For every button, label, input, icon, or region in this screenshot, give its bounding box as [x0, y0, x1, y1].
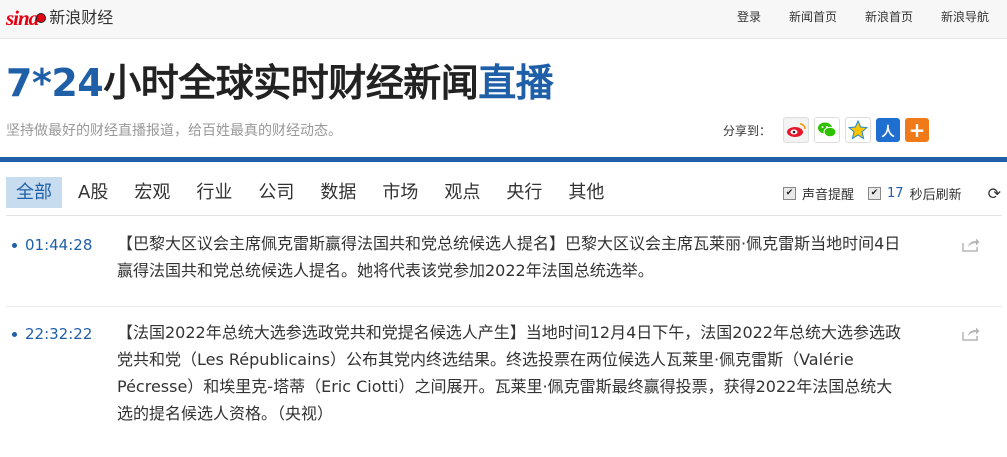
logo-text: 新浪财经	[49, 8, 114, 27]
title-accent: 直播	[478, 61, 554, 105]
tab-a-shares[interactable]: A股	[68, 177, 118, 208]
tab-all[interactable]: 全部	[6, 177, 62, 208]
tab-macro[interactable]: 宏观	[124, 177, 180, 208]
wechat-icon[interactable]	[814, 117, 841, 143]
tab-data[interactable]: 数据	[310, 177, 366, 208]
more-share-icon[interactable]: +	[905, 118, 930, 142]
share-icon[interactable]	[962, 238, 980, 252]
share-icon[interactable]	[962, 327, 980, 341]
sina-logo-mark: sina	[6, 6, 39, 30]
title-main: 小时全球实时财经新闻	[103, 61, 479, 105]
timeline-dot	[12, 332, 17, 337]
tabs-divider	[6, 215, 1002, 216]
category-tabs: 全部 A股 宏观 行业 公司 数据 市场 观点 央行 其他	[6, 177, 620, 208]
sina-home-link[interactable]: 新浪首页	[865, 8, 913, 25]
auto-refresh-checkbox[interactable]: ✔	[868, 187, 882, 200]
news-home-link[interactable]: 新闻首页	[789, 8, 837, 25]
qzone-icon[interactable]	[845, 117, 872, 143]
weibo-icon[interactable]	[783, 117, 810, 143]
sound-alert-label: 声音提醒	[802, 188, 855, 203]
share-bar: 分享到： 人 +	[723, 117, 934, 143]
tab-central-bank[interactable]: 央行	[496, 177, 552, 208]
renren-icon[interactable]: 人	[876, 118, 901, 142]
refresh-icon[interactable]: ⟳	[988, 184, 1001, 203]
feed-time: 22:32:22	[25, 325, 93, 343]
tab-company[interactable]: 公司	[248, 177, 304, 208]
timeline-dot	[12, 243, 17, 248]
feed-options: ✔ 声音提醒 ✔ 17 秒后刷新 ⟳	[783, 184, 1001, 203]
tab-industry[interactable]: 行业	[186, 177, 242, 208]
login-link[interactable]: 登录	[737, 8, 761, 25]
title-prefix: 7*24	[6, 61, 104, 105]
tab-market[interactable]: 市场	[372, 177, 428, 208]
feed-text: 【法国2022年总统大选参选政党共和党提名候选人产生】当地时间12月4日下午，法…	[117, 323, 901, 423]
sina-eye-icon	[36, 13, 47, 23]
top-bar: sina 新浪财经 登录 新闻首页 新浪首页 新浪导航	[0, 0, 1007, 39]
auto-refresh-toggle[interactable]: ✔ 17 秒后刷新	[868, 184, 962, 203]
sound-alert-checkbox[interactable]: ✔	[783, 187, 797, 200]
tab-other[interactable]: 其他	[558, 177, 614, 208]
share-label: 分享到：	[723, 123, 772, 138]
page-title: 7*24小时全球实时财经新闻直播	[6, 52, 554, 107]
refresh-label: 秒后刷新	[909, 188, 962, 203]
tab-opinion[interactable]: 观点	[434, 177, 490, 208]
refresh-countdown: 17	[887, 186, 904, 201]
top-nav: 登录 新闻首页 新浪首页 新浪导航	[709, 8, 989, 25]
sina-finance-logo[interactable]: sina 新浪财经	[6, 6, 114, 30]
sound-alert-toggle[interactable]: ✔ 声音提醒	[783, 184, 854, 203]
header-divider	[0, 157, 1007, 162]
page-subtitle: 坚持做最好的财经直播报道，给百姓最真的财经动态。	[6, 123, 342, 139]
feed-time: 01:44:28	[25, 236, 93, 254]
sina-nav-link[interactable]: 新浪导航	[941, 8, 989, 25]
feed-divider	[6, 306, 1002, 307]
feed-text: 【巴黎大区议会主席佩克雷斯赢得法国共和党总统候选人提名】巴黎大区议会主席瓦莱丽·…	[117, 234, 901, 280]
